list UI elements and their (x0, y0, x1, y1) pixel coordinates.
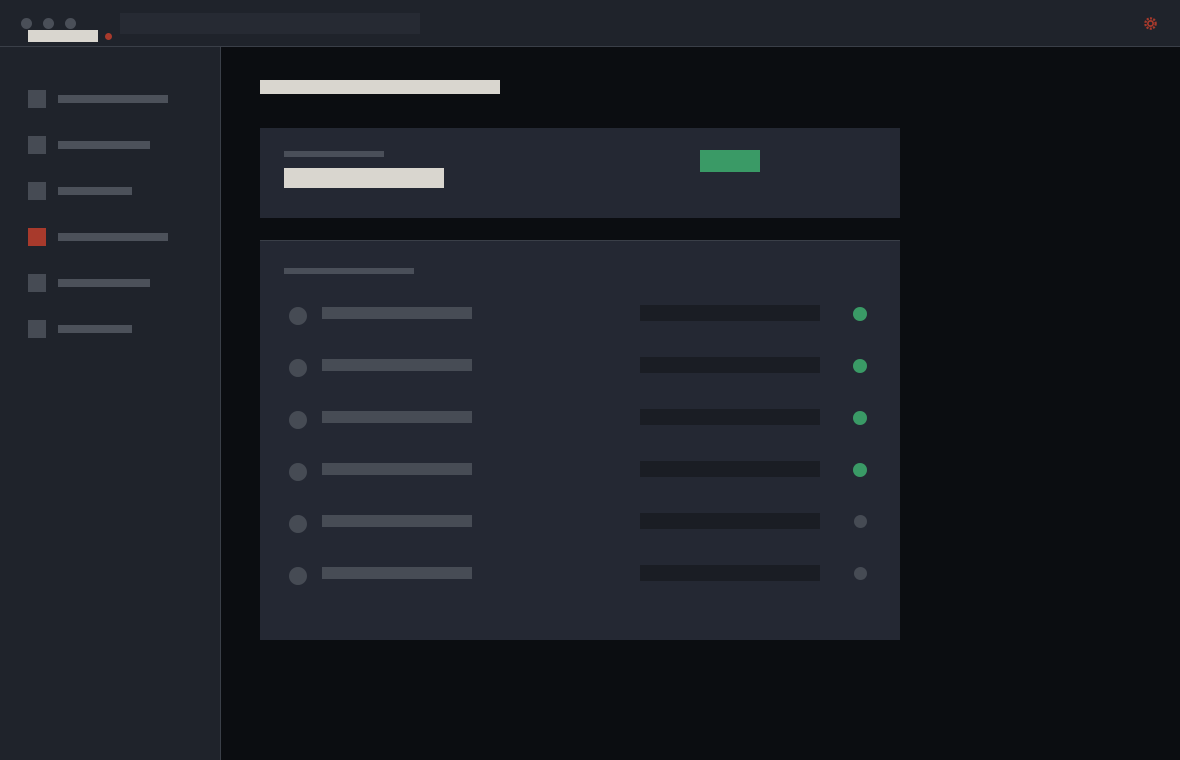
list-item[interactable] (260, 507, 900, 537)
status-indicator (853, 463, 867, 477)
title-bar (0, 0, 1180, 47)
sidebar-item-label (58, 325, 132, 333)
list-item[interactable] (260, 351, 900, 381)
list-item[interactable] (260, 299, 900, 329)
sidebar-item-label (58, 141, 150, 149)
nav-item-icon (28, 90, 46, 108)
list-item-value-field (640, 409, 820, 425)
list-item-value-field (640, 357, 820, 373)
sidebar-item[interactable] (0, 90, 220, 120)
list-item[interactable] (260, 403, 900, 433)
alert-dot-icon (105, 33, 112, 40)
list-item-name (322, 411, 472, 423)
sidebar-item-label (58, 233, 168, 241)
avatar (289, 567, 307, 585)
sidebar-item[interactable] (0, 182, 220, 212)
sidebar-item-active[interactable] (0, 228, 220, 258)
nav-item-icon (28, 136, 46, 154)
search-input[interactable] (120, 13, 420, 34)
status-indicator (853, 359, 867, 373)
sidebar (0, 47, 221, 760)
list-item-name (322, 515, 472, 527)
summary-label (284, 151, 384, 157)
avatar (289, 359, 307, 377)
list-heading (284, 268, 414, 274)
nav-item-icon (28, 228, 46, 246)
avatar (289, 307, 307, 325)
summary-card (260, 128, 900, 218)
sidebar-item[interactable] (0, 136, 220, 166)
status-indicator (854, 515, 867, 528)
nav-item-icon (28, 182, 46, 200)
window-close-dot[interactable] (21, 18, 32, 29)
gear-icon[interactable] (1143, 16, 1158, 31)
summary-value (284, 168, 444, 188)
list-item[interactable] (260, 455, 900, 485)
app-title (28, 30, 98, 42)
sidebar-item[interactable] (0, 320, 220, 350)
page-title (260, 80, 500, 94)
sidebar-item[interactable] (0, 274, 220, 304)
list-item-name (322, 359, 472, 371)
list-item-name (322, 567, 472, 579)
avatar (289, 411, 307, 429)
avatar (289, 515, 307, 533)
list-item-value-field (640, 513, 820, 529)
status-indicator (853, 411, 867, 425)
list-item[interactable] (260, 559, 900, 589)
list-item-name (322, 307, 472, 319)
status-indicator (854, 567, 867, 580)
list-item-value-field (640, 565, 820, 581)
window-maximize-dot[interactable] (65, 18, 76, 29)
list-item-value-field (640, 461, 820, 477)
status-indicator (853, 307, 867, 321)
list-item-name (322, 463, 472, 475)
list-item-value-field (640, 305, 820, 321)
nav-item-icon (28, 274, 46, 292)
list-card (260, 240, 900, 640)
avatar (289, 463, 307, 481)
nav-item-icon (28, 320, 46, 338)
window-minimize-dot[interactable] (43, 18, 54, 29)
sidebar-item-label (58, 279, 150, 287)
sidebar-item-label (58, 187, 132, 195)
sidebar-item-label (58, 95, 168, 103)
status-button[interactable] (700, 150, 760, 172)
